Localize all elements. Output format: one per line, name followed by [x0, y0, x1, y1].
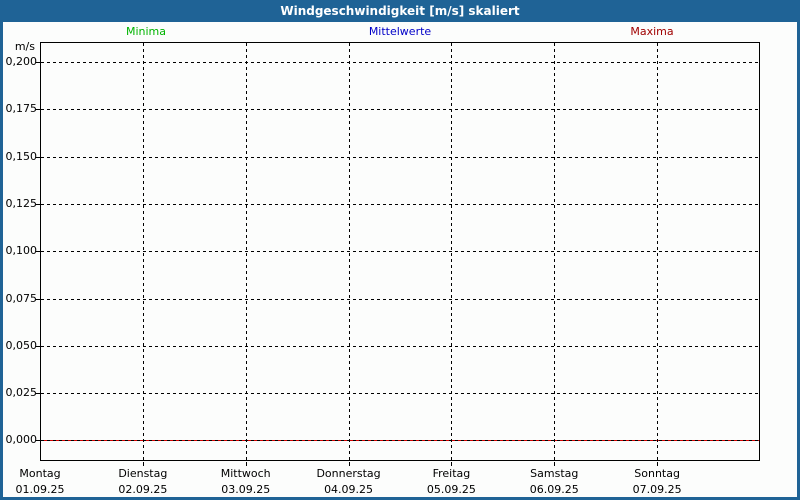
y-tick-label: 0,150	[5, 149, 38, 163]
x-tick-label: Freitag 05.09.25	[396, 466, 506, 498]
v-gridline	[657, 43, 658, 460]
y-axis-tick	[36, 393, 40, 395]
v-gridline	[246, 43, 247, 460]
h-gridline	[41, 345, 759, 347]
plot-area	[40, 42, 760, 461]
x-tick-label: Sonntag 07.09.25	[602, 466, 712, 498]
x-axis-tick	[349, 462, 350, 466]
v-gridline	[349, 43, 350, 460]
x-date-label: 02.09.25	[118, 483, 168, 496]
frame-border-left	[0, 0, 3, 500]
y-tick-label: 0,000	[5, 433, 38, 447]
x-tick-label: Samstag 06.09.25	[499, 466, 609, 498]
title-bar: Windgeschwindigkeit [m/s] skaliert	[0, 0, 800, 22]
h-gridline	[41, 298, 759, 300]
h-gridline	[41, 62, 759, 63]
x-day-label: Montag	[19, 467, 61, 480]
y-tick-label: 0,175	[5, 102, 38, 116]
y-tick-label: 0,025	[5, 386, 38, 400]
y-axis-tick	[36, 62, 40, 63]
v-gridline	[143, 43, 144, 460]
y-axis-tick	[36, 109, 40, 111]
h-gridline	[41, 251, 759, 253]
y-axis-tick	[36, 156, 40, 158]
x-date-label: 06.09.25	[529, 483, 579, 496]
x-axis-tick	[143, 462, 144, 466]
x-axis-tick	[657, 462, 658, 466]
h-gridline	[41, 109, 759, 111]
y-tick-label: 0,075	[5, 291, 38, 305]
h-gridline	[41, 203, 759, 205]
h-gridline	[41, 156, 759, 158]
y-axis-tick	[36, 345, 40, 347]
x-day-label: Sonntag	[634, 467, 680, 480]
h-gridline	[41, 440, 759, 442]
v-gridline	[451, 43, 452, 460]
x-axis-tick	[554, 462, 555, 466]
y-axis-unit-label: m/s	[14, 40, 35, 53]
legend-mittelwerte: Mittelwerte	[368, 25, 432, 38]
x-axis-tick	[246, 462, 247, 466]
x-axis-tick	[451, 462, 452, 466]
x-day-label: Donnerstag	[316, 467, 381, 480]
h-gridline	[41, 393, 759, 395]
y-tick-label: 0,100	[5, 244, 38, 258]
x-tick-label: Montag 01.09.25	[0, 466, 95, 498]
y-axis-tick	[36, 251, 40, 253]
legend-minima: Minima	[125, 25, 167, 38]
x-tick-label: Dienstag 02.09.25	[88, 466, 198, 498]
x-date-label: 05.09.25	[426, 483, 476, 496]
v-gridline	[554, 43, 555, 460]
y-tick-label: 0,125	[5, 196, 38, 210]
x-tick-label: Donnerstag 04.09.25	[294, 466, 404, 498]
x-date-label: 07.09.25	[632, 483, 682, 496]
legend-maxima: Maxima	[630, 25, 674, 38]
chart-title: Windgeschwindigkeit [m/s] skaliert	[280, 4, 520, 18]
x-day-label: Samstag	[530, 467, 579, 480]
x-date-label: 03.09.25	[221, 483, 271, 496]
x-day-label: Mittwoch	[220, 467, 271, 480]
y-axis-tick	[36, 440, 40, 442]
x-date-label: 04.09.25	[324, 483, 374, 496]
y-tick-label: 0,200	[5, 55, 38, 68]
x-date-label: 01.09.25	[15, 483, 65, 496]
x-day-label: Dienstag	[118, 467, 168, 480]
x-tick-label: Mittwoch 03.09.25	[191, 466, 301, 498]
y-axis-tick	[36, 298, 40, 300]
y-axis-tick	[36, 203, 40, 205]
x-day-label: Freitag	[432, 467, 471, 480]
y-tick-label: 0,050	[5, 338, 38, 352]
chart-window: Windgeschwindigkeit [m/s] skaliert Minim…	[0, 0, 800, 500]
